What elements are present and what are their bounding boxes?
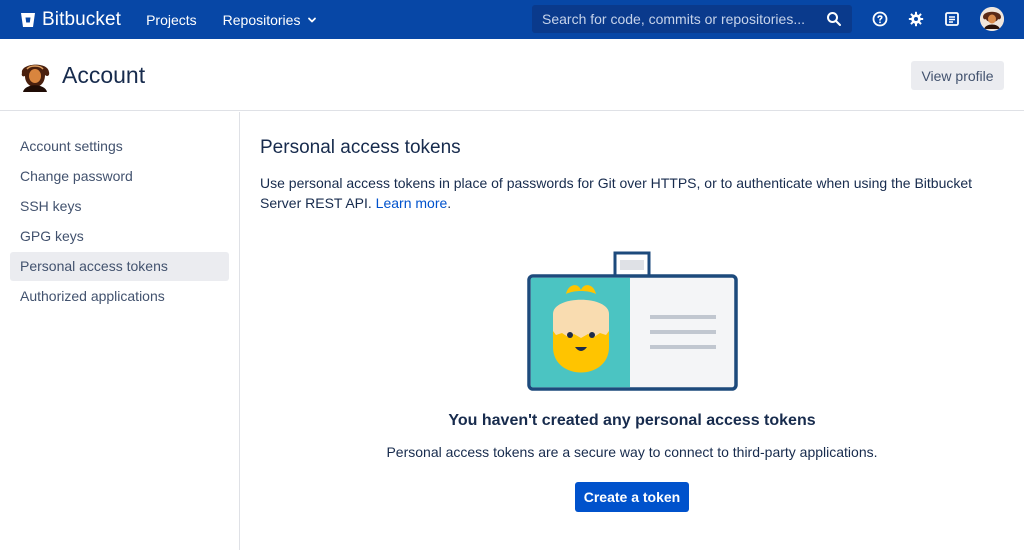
- sidebar-item-gpg-keys[interactable]: GPG keys: [10, 222, 229, 251]
- sidebar-item-authorized-applications[interactable]: Authorized applications: [10, 282, 229, 311]
- user-avatar[interactable]: [980, 7, 1004, 31]
- empty-state-title: You haven't created any personal access …: [448, 412, 816, 429]
- search-box: [532, 5, 852, 33]
- page-header: Account View profile: [0, 39, 1024, 111]
- notes-icon[interactable]: [942, 9, 962, 29]
- create-token-button[interactable]: Create a token: [575, 482, 689, 512]
- account-sidebar: Account settings Change password SSH key…: [0, 112, 240, 550]
- nav-repositories-label: Repositories: [222, 11, 301, 28]
- sidebar-item-personal-access-tokens[interactable]: Personal access tokens: [10, 252, 229, 281]
- search-icon[interactable]: [826, 11, 842, 30]
- description-text: Use personal access tokens in place of p…: [260, 175, 973, 211]
- account-avatar: [18, 59, 52, 93]
- view-profile-button[interactable]: View profile: [911, 61, 1004, 90]
- empty-state-description: Personal access tokens are a secure way …: [386, 444, 878, 460]
- help-icon[interactable]: [870, 9, 890, 29]
- sidebar-item-account-settings[interactable]: Account settings: [10, 132, 229, 161]
- bitbucket-home-link[interactable]: Bitbucket: [20, 0, 121, 39]
- nav-projects-label: Projects: [146, 11, 197, 28]
- search-input[interactable]: [542, 11, 822, 27]
- nav-repositories-dropdown[interactable]: Repositories: [223, 12, 318, 28]
- learn-more-link[interactable]: Learn more: [376, 195, 448, 211]
- sidebar-item-change-password[interactable]: Change password: [10, 162, 229, 191]
- chevron-down-icon: [307, 12, 317, 28]
- nav-projects-link[interactable]: Projects: [146, 12, 197, 28]
- sidebar-item-ssh-keys[interactable]: SSH keys: [10, 192, 229, 221]
- top-navigation: Bitbucket Projects Repositories: [0, 0, 1024, 39]
- page-title: Account: [62, 62, 146, 88]
- section-title: Personal access tokens: [260, 137, 461, 158]
- bitbucket-logo-icon: [20, 12, 36, 28]
- description-period: .: [447, 195, 452, 211]
- id-badge-illustration: [526, 251, 740, 396]
- brand-name: Bitbucket: [42, 8, 122, 30]
- gear-icon[interactable]: [906, 9, 926, 29]
- section-description: Use personal access tokens in place of p…: [260, 173, 1010, 213]
